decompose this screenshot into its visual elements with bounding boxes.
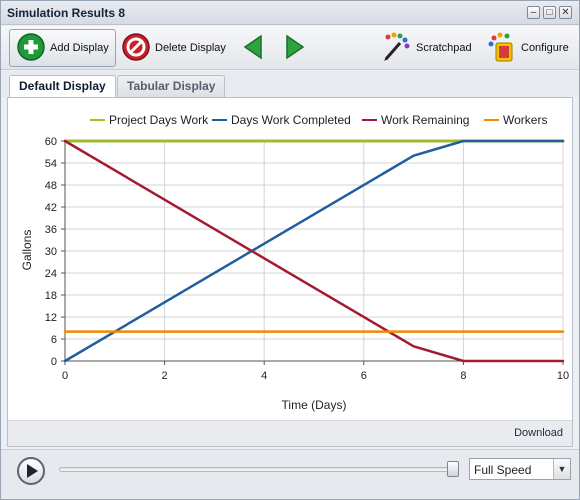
x-tick-label: 2 (162, 370, 168, 382)
speed-select[interactable]: Full Speed ▼ (469, 458, 571, 480)
x-tick-label: 6 (361, 370, 367, 382)
add-display-label: Add Display (50, 42, 109, 54)
legend-label: Days Work Completed (231, 113, 351, 127)
green-left-arrow-icon (241, 32, 267, 65)
green-right-arrow-icon (281, 32, 307, 65)
legend-label: Work Remaining (381, 113, 469, 127)
chevron-down-icon: ▼ (553, 459, 570, 479)
y-tick-label: 30 (45, 246, 57, 258)
playback-bar: Full Speed ▼ (1, 449, 579, 499)
speed-slider-thumb[interactable] (447, 461, 459, 477)
y-tick-label: 12 (45, 312, 57, 324)
y-tick-label: 60 (45, 136, 57, 148)
toolbar: Add Display Delete Display Scratchpad Co… (1, 26, 579, 70)
y-tick-label: 54 (45, 158, 57, 170)
tab-default-display[interactable]: Default Display (9, 75, 116, 98)
y-tick-label: 24 (45, 268, 57, 280)
download-strip: Download (8, 420, 572, 446)
simulation-results-window: Simulation Results 8 – □ ✕ Add Display D… (0, 0, 580, 500)
y-tick-label: 18 (45, 290, 57, 302)
y-tick-label: 42 (45, 202, 57, 214)
display-panel: 0 6 12 18 24 30 36 42 48 54 60 0 2 4 6 8 10 Project Days… (7, 97, 573, 447)
scratchpad-button[interactable]: Scratchpad (373, 29, 479, 67)
scratchpad-icon (380, 31, 412, 66)
x-tick-label: 4 (261, 370, 267, 382)
play-button[interactable] (17, 457, 45, 485)
y-axis-label: Gallons (20, 230, 34, 271)
title-bar[interactable]: Simulation Results 8 – □ ✕ (1, 1, 579, 25)
delete-display-label: Delete Display (155, 42, 226, 54)
x-axis-label: Time (Days) (282, 398, 347, 412)
play-icon (27, 464, 38, 478)
delete-icon (121, 32, 151, 65)
legend-label: Project Days Work (109, 113, 209, 127)
add-icon (16, 32, 46, 65)
legend-label: Workers (503, 113, 547, 127)
y-tick-label: 36 (45, 224, 57, 236)
maximize-button[interactable]: □ (543, 6, 556, 19)
minimize-button[interactable]: – (527, 6, 540, 19)
display-tabs: Default Display Tabular Display (1, 71, 579, 98)
chart-grid (64, 140, 564, 362)
scratchpad-label: Scratchpad (416, 42, 472, 54)
configure-label: Configure (521, 42, 569, 54)
delete-display-button[interactable]: Delete Display (114, 29, 233, 67)
configure-icon (485, 31, 517, 66)
chart-tick-labels: 061218243036424854600 2 4 6 8 10 (45, 136, 569, 382)
window-title: Simulation Results 8 (7, 6, 126, 20)
x-tick-label: 8 (460, 370, 466, 382)
y-tick-label: 48 (45, 180, 57, 192)
speed-select-value: Full Speed (474, 463, 532, 477)
y-tick-label: 6 (51, 334, 57, 346)
x-tick-label: 0 (62, 370, 68, 382)
tab-tabular-display[interactable]: Tabular Display (117, 75, 226, 97)
add-display-button[interactable]: Add Display (9, 29, 116, 67)
x-tick-label: 10 (557, 370, 569, 382)
y-tick-label: 0 (51, 356, 57, 368)
configure-button[interactable]: Configure (478, 29, 576, 67)
speed-slider-track[interactable] (59, 467, 457, 472)
close-button[interactable]: ✕ (559, 6, 572, 19)
back-button[interactable] (234, 29, 274, 67)
download-link[interactable]: Download (514, 427, 563, 439)
forward-button[interactable] (274, 29, 314, 67)
line-chart: 061218243036424854600 2 4 6 8 10 Project Days… (20, 113, 569, 412)
chart-legend: Project Days Work Days Work Completed Work… (90, 113, 547, 127)
